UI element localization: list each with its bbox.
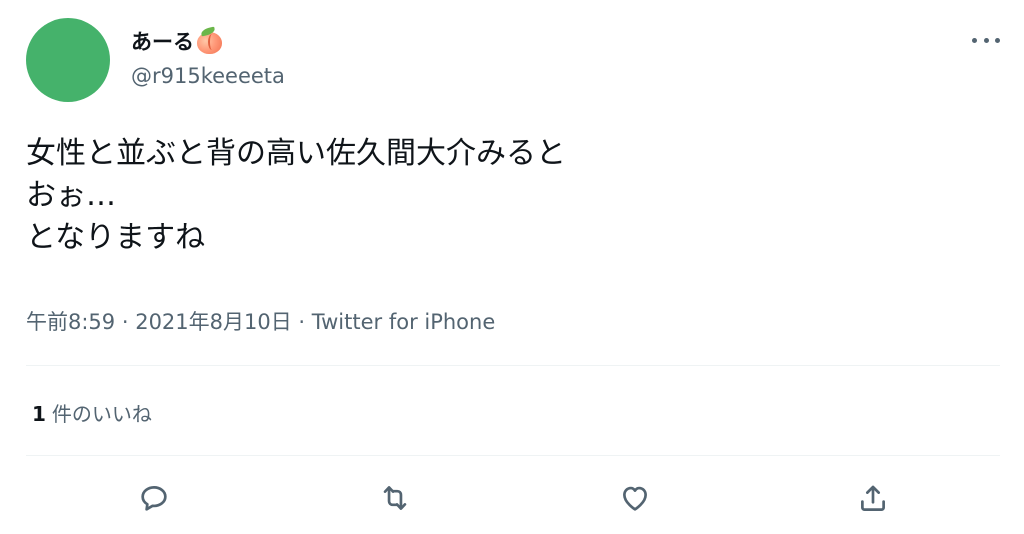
reply-button[interactable] (134, 478, 174, 518)
more-options-icon[interactable] (972, 30, 1000, 50)
retweet-button[interactable] (375, 478, 415, 518)
reply-icon (141, 486, 167, 511)
retweet-icon (383, 486, 407, 510)
peach-icon (196, 26, 223, 55)
divider (26, 455, 1000, 456)
likes-label: 件のいいね (51, 402, 152, 426)
tweet-text: 女性と並ぶと背の高い佐久間大介みると おぉ… となりますね (26, 136, 566, 255)
divider (26, 365, 1000, 366)
tweet-source[interactable]: Twitter for iPhone (312, 310, 496, 334)
likes-stat[interactable]: 1 件のいいね (32, 398, 152, 427)
tweet-date[interactable]: 2021年8月10日 (135, 310, 292, 334)
likes-count: 1 (32, 402, 46, 426)
like-button[interactable] (615, 478, 655, 518)
meta-separator: · (115, 310, 136, 334)
tweet-time[interactable]: 午前8:59 (26, 310, 115, 334)
like-icon (623, 486, 647, 511)
meta-separator: · (291, 310, 312, 334)
share-button[interactable] (853, 478, 893, 518)
display-name[interactable]: あーる (131, 26, 194, 56)
user-handle[interactable]: @r915keeeeta (131, 64, 285, 88)
avatar[interactable] (26, 18, 110, 102)
tweet-meta: 午前8:59 · 2021年8月10日 · Twitter for iPhone (26, 306, 495, 336)
author-name-row: あーる (131, 26, 223, 56)
share-icon (861, 485, 885, 511)
